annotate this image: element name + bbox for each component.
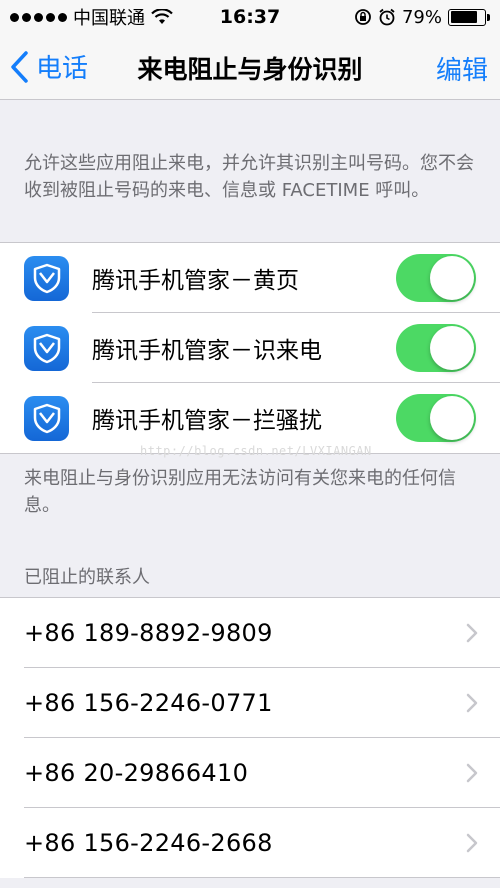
edit-button[interactable]: 编辑 [436,50,488,87]
carrier-name: 中国联通 [73,8,145,29]
watermark: http://blog.csdn.net/LVXIANGAN [140,444,372,458]
battery-percentage: 79% [401,6,442,28]
toggle-switch-caller-id[interactable] [396,324,476,372]
chevron-right-icon [466,833,478,853]
signal-strength-icon [10,12,67,22]
app-label: 腾讯手机管家－拦骚扰 [92,408,322,434]
page-title: 来电阻止与身份识别 [137,55,363,84]
app-label: 腾讯手机管家－识来电 [92,338,322,364]
app-row-yellow-pages: 腾讯手机管家－黄页 [0,243,500,313]
call-blocking-apps-list: 腾讯手机管家－黄页 腾讯手机管家－识来电 腾讯手机管家－拦骚扰 [0,242,500,454]
status-left: 中国联通 [10,4,173,30]
alarm-icon [379,8,395,26]
toggle-switch-yellow-pages[interactable] [396,254,476,302]
status-bar: 中国联通 16:37 79% [0,0,500,34]
tencent-shield-icon [24,395,69,441]
chevron-right-icon [466,693,478,713]
intro-description: 允许这些应用阻止来电，并允许其识别主叫号码。您不会收到被阻止号码的来电、信息或 … [24,153,474,201]
navigation-bar: 电话 来电阻止与身份识别 编辑 [0,34,500,100]
tencent-shield-icon [24,325,69,371]
tencent-shield-icon [24,255,69,301]
contact-number: +86 156-2246-2668 [24,829,273,857]
contact-number: +86 156-2246-0771 [24,689,273,717]
chevron-right-icon [466,623,478,643]
status-right: 79% [354,7,490,28]
blocked-contacts-list: +86 189-8892-9809 +86 156-2246-0771 +86 … [0,597,500,878]
app-label: 腾讯手机管家－黄页 [92,268,299,294]
contact-number: +86 20-29866410 [24,759,249,787]
blocked-contact-row[interactable]: +86 156-2246-0771 [0,668,500,738]
blocked-contact-row[interactable]: +86 20-29866410 [0,738,500,808]
contact-number: +86 189-8892-9809 [24,619,273,647]
blocked-contact-row[interactable]: +86 189-8892-9809 [0,598,500,668]
app-row-spam-blocking: 腾讯手机管家－拦骚扰 [0,383,500,453]
app-row-caller-id: 腾讯手机管家－识来电 [0,313,500,383]
toggle-switch-spam-blocking[interactable] [396,394,476,442]
chevron-right-icon [466,763,478,783]
battery-icon [448,8,490,26]
wifi-icon [151,9,173,24]
rotation-lock-icon [355,9,371,25]
blocked-contact-row[interactable]: +86 156-2246-2668 [0,808,500,878]
apps-footer-note: 来电阻止与身份识别应用无法访问有关您来电的任何信息。 [24,468,456,516]
blocked-contacts-header: 已阻止的联系人 [24,567,150,588]
